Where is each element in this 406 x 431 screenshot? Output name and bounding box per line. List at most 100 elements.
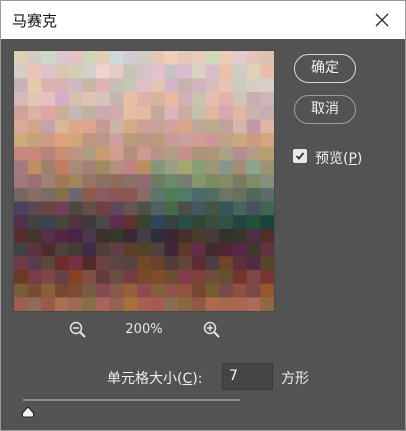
- ok-button[interactable]: 确定: [294, 54, 356, 83]
- mosaic-cell: [14, 160, 29, 175]
- dialog-title: 马赛克: [12, 12, 58, 30]
- mosaic-cell: [260, 283, 274, 298]
- mosaic-cell: [14, 92, 29, 107]
- mosaic-cell: [68, 269, 83, 285]
- mosaic-cell: [232, 133, 248, 148]
- mosaic-cell: [137, 92, 152, 107]
- mosaic-cell: [191, 133, 207, 148]
- mosaic-cell: [41, 174, 56, 189]
- cell-size-slider-thumb[interactable]: [21, 403, 35, 418]
- mosaic-preview-canvas: [14, 51, 274, 311]
- mosaic-cell: [178, 256, 193, 271]
- mosaic-cell: [27, 133, 42, 148]
- mosaic-cell: [205, 160, 220, 175]
- mosaic-cell: [82, 201, 97, 216]
- preview-image[interactable]: [14, 51, 274, 311]
- mosaic-cell: [55, 242, 70, 257]
- mosaic-cell: [260, 215, 274, 230]
- mosaic-cell: [150, 119, 166, 134]
- mosaic-cell: [164, 228, 179, 244]
- mosaic-cell: [27, 242, 42, 257]
- mosaic-cell: [232, 242, 248, 257]
- mosaic-cell: [178, 269, 193, 285]
- mosaic-cell: [137, 174, 152, 189]
- mosaic-cell: [123, 256, 138, 271]
- mosaic-cell: [219, 228, 234, 244]
- mosaic-cell: [123, 78, 138, 93]
- mosaic-cell: [246, 174, 261, 189]
- mosaic-cell: [205, 215, 220, 230]
- mosaic-cell: [178, 119, 193, 134]
- mosaic-cell: [205, 187, 220, 203]
- mosaic-cell: [232, 201, 248, 216]
- mosaic-cell: [164, 242, 179, 257]
- mosaic-cell: [41, 269, 56, 285]
- mosaic-cell: [232, 105, 248, 120]
- mosaic-cell: [41, 119, 56, 134]
- cell-size-slider-track[interactable]: [23, 399, 240, 401]
- mosaic-cell: [150, 201, 166, 216]
- mosaic-cell: [55, 269, 70, 285]
- mosaic-cell: [82, 187, 97, 203]
- mosaic-cell: [96, 215, 111, 230]
- mosaic-cell: [150, 242, 166, 257]
- mosaic-cell: [246, 78, 261, 93]
- preview-label[interactable]: 预览(P): [315, 148, 362, 168]
- mosaic-cell: [27, 119, 42, 134]
- mosaic-cell: [82, 297, 97, 311]
- mosaic-cell: [68, 201, 83, 216]
- close-button[interactable]: [359, 1, 405, 39]
- mosaic-cell: [14, 297, 29, 311]
- mosaic-cell: [68, 215, 83, 230]
- mosaic-cell: [260, 64, 274, 79]
- cell-size-input[interactable]: 7: [222, 363, 273, 390]
- mosaic-cell: [68, 297, 83, 311]
- mosaic-cell: [27, 201, 42, 216]
- mosaic-cell: [55, 187, 70, 203]
- mosaic-cell: [41, 146, 56, 161]
- mosaic-cell: [164, 64, 179, 79]
- mosaic-cell: [82, 215, 97, 230]
- mosaic-cell: [246, 269, 261, 285]
- mosaic-cell: [219, 51, 234, 66]
- mosaic-cell: [123, 242, 138, 257]
- mosaic-cell: [178, 201, 193, 216]
- mosaic-cell: [246, 201, 261, 216]
- mosaic-cell: [96, 146, 111, 161]
- mosaic-cell: [123, 146, 138, 161]
- mosaic-cell: [232, 92, 248, 107]
- mosaic-cell: [232, 228, 248, 244]
- preview-checkbox[interactable]: [293, 149, 307, 163]
- mosaic-cell: [205, 133, 220, 148]
- mosaic-cell: [41, 187, 56, 203]
- mosaic-cell: [191, 174, 207, 189]
- mosaic-cell: [55, 105, 70, 120]
- mosaic-cell: [123, 201, 138, 216]
- zoom-in-button[interactable]: [202, 320, 222, 340]
- mosaic-cell: [260, 160, 274, 175]
- mosaic-cell: [109, 78, 124, 93]
- mosaic-cell: [55, 92, 70, 107]
- cancel-button[interactable]: 取消: [294, 95, 356, 124]
- mosaic-cell: [82, 283, 97, 298]
- mosaic-cell: [246, 242, 261, 257]
- mosaic-cell: [137, 160, 152, 175]
- mosaic-cell: [178, 297, 193, 311]
- mosaic-cell: [96, 160, 111, 175]
- mosaic-cell: [164, 283, 179, 298]
- mosaic-cell: [68, 133, 83, 148]
- mosaic-cell: [55, 133, 70, 148]
- mosaic-cell: [82, 228, 97, 244]
- mosaic-cell: [191, 297, 207, 311]
- mosaic-cell: [150, 187, 166, 203]
- mosaic-cell: [260, 269, 274, 285]
- mosaic-cell: [123, 297, 138, 311]
- cell-size-label-mnemonic: C: [182, 371, 193, 387]
- mosaic-cell: [260, 228, 274, 244]
- mosaic-cell: [191, 201, 207, 216]
- zoom-out-button[interactable]: [68, 320, 88, 340]
- preview-label-prefix: 预览(: [315, 151, 349, 167]
- mosaic-cell: [137, 269, 152, 285]
- mosaic-cell: [205, 78, 220, 93]
- mosaic-cell: [123, 160, 138, 175]
